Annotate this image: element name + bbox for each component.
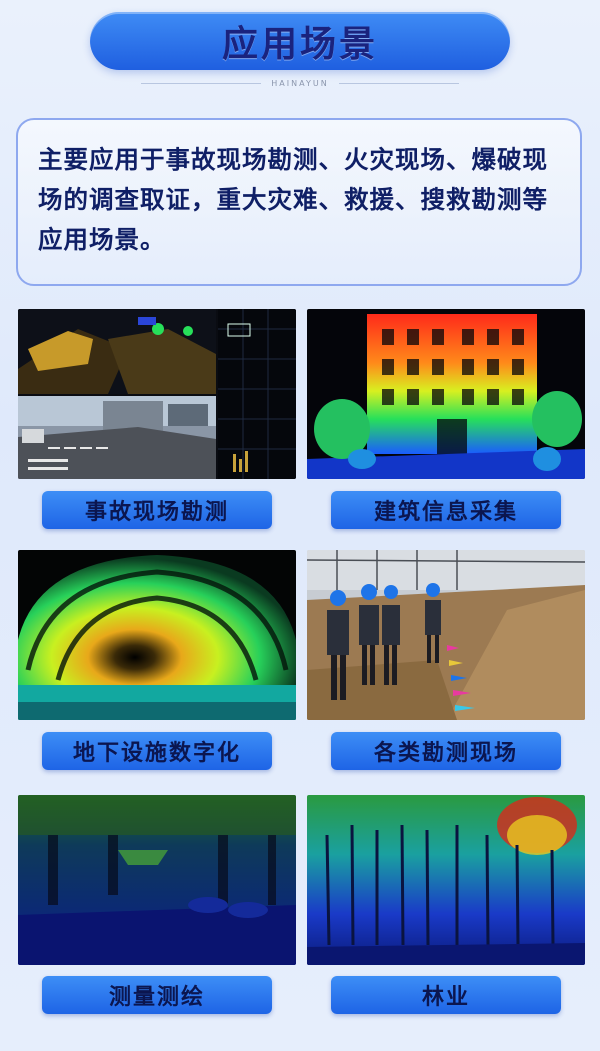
scene-card[interactable] bbox=[18, 550, 296, 720]
garage-scan-image bbox=[18, 795, 296, 965]
scene-label-pill[interactable]: 事故现场勘测 bbox=[42, 491, 272, 529]
scene-card[interactable] bbox=[18, 309, 296, 479]
building-scan-image bbox=[307, 309, 585, 479]
scene-label-pill[interactable]: 地下设施数字化 bbox=[42, 732, 272, 770]
tunnel-scan-image bbox=[18, 550, 296, 720]
scene-label: 测量测绘 bbox=[108, 985, 205, 1010]
scene-grid: 事故现场勘测 建筑信息采集 地下设施数字化 各类勘测现场 测量测绘 林业 bbox=[0, 0, 600, 1051]
scene-card[interactable] bbox=[18, 795, 296, 965]
field-survey-image bbox=[307, 550, 585, 720]
scene-label: 建筑信息采集 bbox=[373, 500, 518, 525]
forest-scan-image bbox=[307, 795, 585, 965]
scene-label-pill[interactable]: 测量测绘 bbox=[42, 976, 272, 1014]
scene-card[interactable] bbox=[307, 309, 585, 479]
scene-label-pill[interactable]: 建筑信息采集 bbox=[331, 491, 561, 529]
scene-card[interactable] bbox=[307, 550, 585, 720]
scene-label: 林业 bbox=[421, 985, 470, 1010]
scene-card[interactable] bbox=[307, 795, 585, 965]
scene-label-pill[interactable]: 各类勘测现场 bbox=[331, 732, 561, 770]
road-scan-image bbox=[18, 309, 296, 479]
scene-label: 各类勘测现场 bbox=[373, 741, 518, 766]
scene-label: 地下设施数字化 bbox=[72, 741, 241, 766]
scene-label-pill[interactable]: 林业 bbox=[331, 976, 561, 1014]
scene-label: 事故现场勘测 bbox=[84, 500, 229, 525]
